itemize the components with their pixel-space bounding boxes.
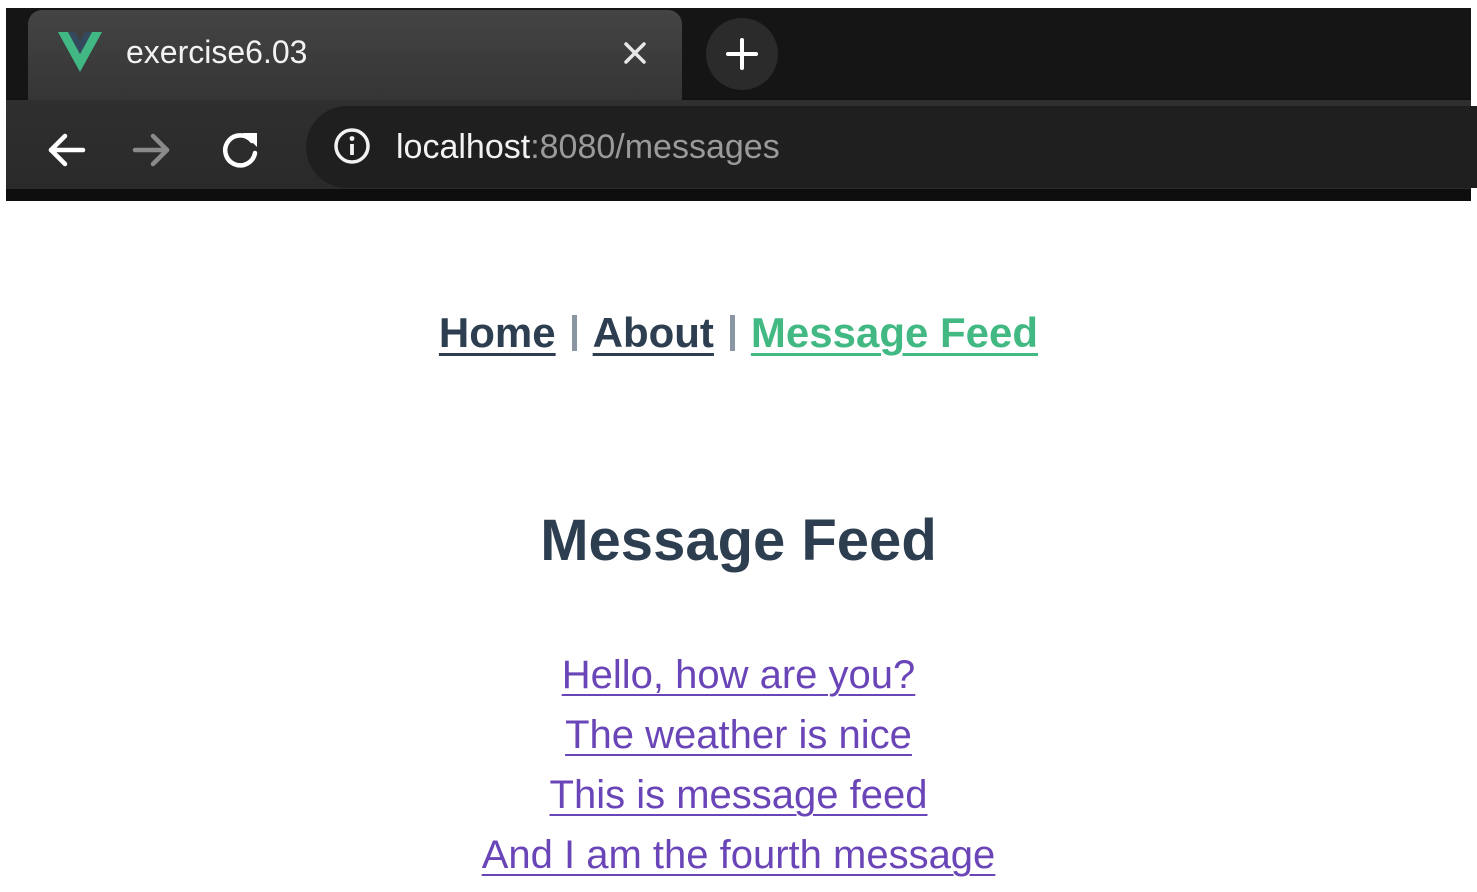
message-link[interactable]: And I am the fourth message bbox=[482, 833, 996, 877]
info-icon[interactable] bbox=[332, 126, 372, 166]
main-nav: Home About Message Feed bbox=[0, 305, 1477, 361]
plus-icon bbox=[726, 38, 758, 70]
message-list: Hello, how are you? The weather is nice … bbox=[0, 645, 1477, 885]
browser-tab[interactable]: exercise6.03 bbox=[28, 10, 682, 106]
url-host: localhost bbox=[396, 128, 531, 166]
toolbar-divider bbox=[6, 189, 1471, 201]
forward-button[interactable] bbox=[130, 128, 174, 172]
close-icon[interactable] bbox=[620, 38, 650, 68]
list-item: And I am the fourth message bbox=[0, 825, 1477, 885]
list-item: Hello, how are you? bbox=[0, 645, 1477, 705]
address-bar[interactable]: localhost:8080/messages bbox=[306, 106, 1477, 188]
browser-window: exercise6.03 localhost:8080/messages bbox=[6, 8, 1477, 201]
reload-icon bbox=[223, 133, 258, 168]
nav-separator bbox=[729, 315, 735, 351]
nav-link-about[interactable]: About bbox=[593, 309, 714, 356]
forward-arrow-icon bbox=[132, 133, 170, 167]
message-link[interactable]: The weather is nice bbox=[565, 713, 912, 757]
url-text: localhost:8080/messages bbox=[396, 126, 780, 168]
tab-strip: exercise6.03 bbox=[6, 8, 1471, 106]
message-link[interactable]: Hello, how are you? bbox=[562, 653, 916, 697]
back-arrow-icon bbox=[48, 133, 86, 167]
list-item: This is message feed bbox=[0, 765, 1477, 825]
back-button[interactable] bbox=[44, 128, 88, 172]
url-path: :8080/messages bbox=[530, 128, 780, 166]
list-item: The weather is nice bbox=[0, 705, 1477, 765]
vue-logo-icon bbox=[58, 32, 102, 72]
nav-separator bbox=[571, 315, 577, 351]
page-content: Home About Message Feed Message Feed Hello… bbox=[0, 201, 1477, 892]
message-link[interactable]: This is message feed bbox=[550, 773, 928, 817]
new-tab-button[interactable] bbox=[706, 18, 778, 90]
reload-button[interactable] bbox=[218, 128, 262, 172]
nav-link-message-feed[interactable]: Message Feed bbox=[751, 309, 1038, 356]
browser-toolbar: localhost:8080/messages bbox=[6, 100, 1477, 201]
nav-link-home[interactable]: Home bbox=[439, 309, 556, 356]
page-title: Message Feed bbox=[540, 508, 937, 573]
tab-title: exercise6.03 bbox=[126, 34, 308, 70]
